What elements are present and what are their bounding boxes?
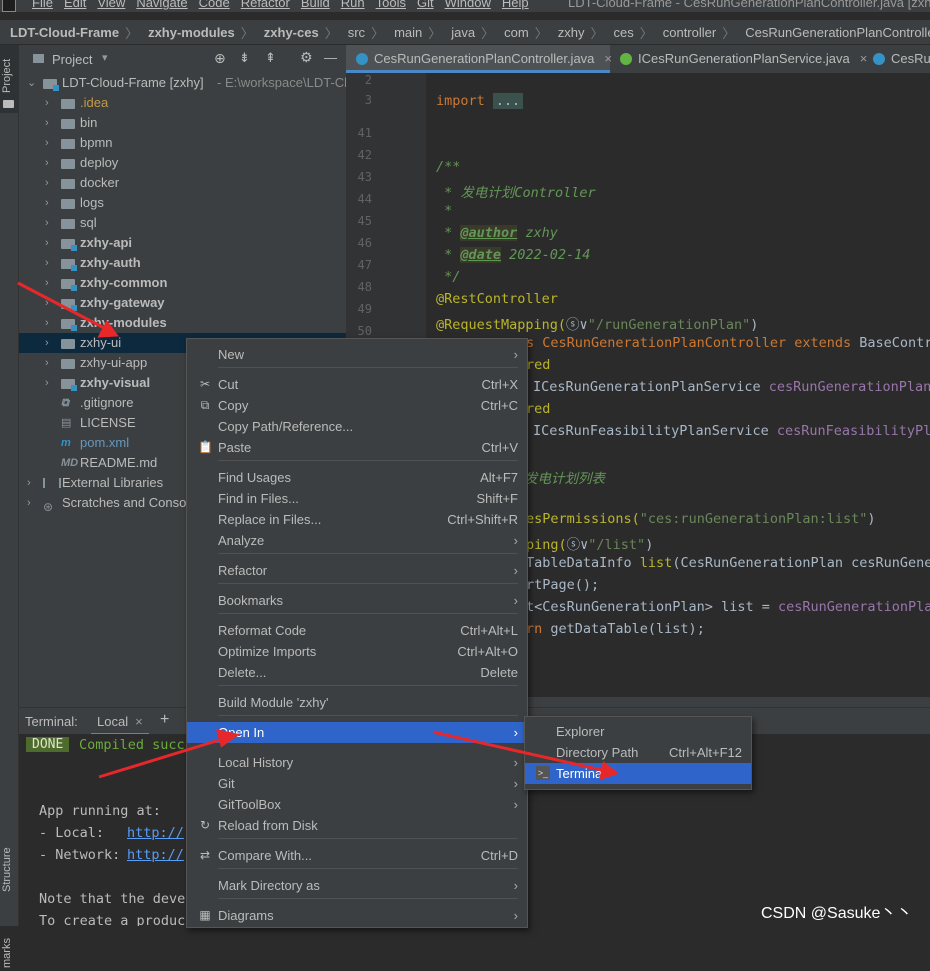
annotation-arrow: [432, 730, 620, 781]
annotation-arrow: [98, 728, 240, 779]
annotation-arrows: [17, 281, 620, 781]
annotation-arrow: [17, 281, 119, 338]
watermark: CSDN @Sasuke丶丶: [761, 905, 913, 922]
bookmarks-tool-tab[interactable]: marks: [1, 935, 17, 971]
